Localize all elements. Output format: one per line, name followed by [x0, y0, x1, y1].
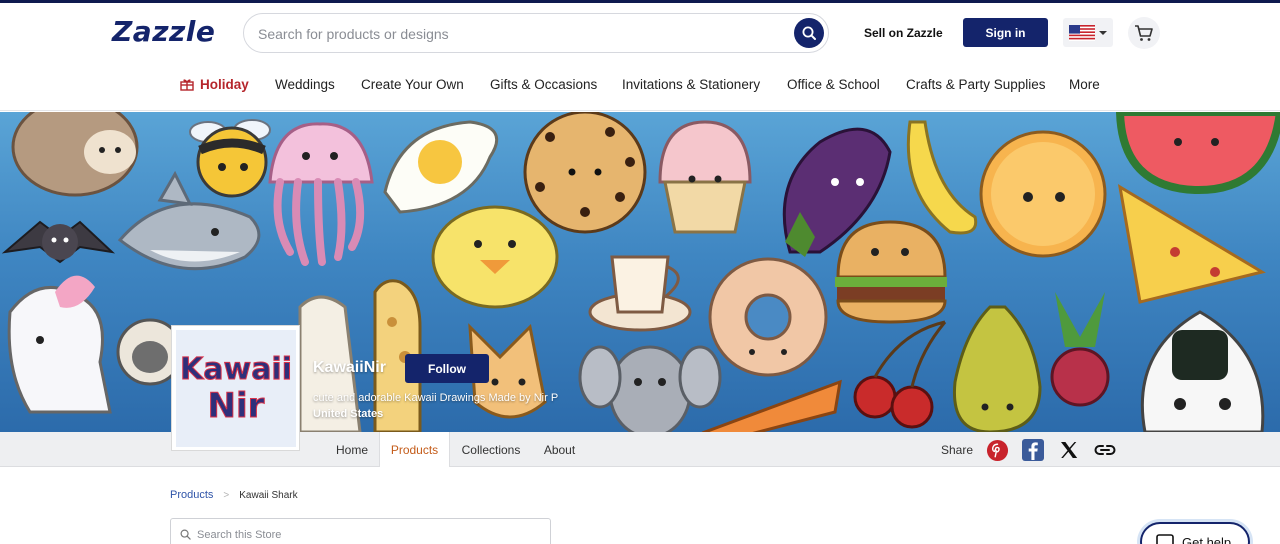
- store-search-input[interactable]: [197, 526, 537, 544]
- follow-button[interactable]: Follow: [405, 354, 489, 383]
- search-button[interactable]: [794, 18, 824, 48]
- nav-item-weddings[interactable]: Weddings: [275, 77, 335, 92]
- nav-item-invitations-stationery[interactable]: Invitations & Stationery: [622, 77, 760, 92]
- chick-illustration: [431, 205, 559, 309]
- store-avatar[interactable]: Kawaii Nir: [171, 325, 300, 451]
- tab-about[interactable]: About: [533, 432, 586, 467]
- us-flag-icon: [1069, 24, 1095, 41]
- chat-icon: [1156, 534, 1174, 544]
- gift-icon: [180, 79, 194, 91]
- nav-item-more[interactable]: More: [1069, 77, 1100, 92]
- store-country: United States: [313, 408, 384, 420]
- pinterest-share-button[interactable]: [985, 438, 1009, 462]
- kawaii-nir-logo: Kawaii Nir: [176, 330, 296, 447]
- search-bar: [243, 13, 829, 53]
- nav-item-office-school[interactable]: Office & School: [787, 77, 880, 92]
- sloth-illustration: [11, 112, 139, 197]
- store-search-box: [170, 518, 551, 544]
- nav-item-gifts-occasions[interactable]: Gifts & Occasions: [490, 77, 597, 92]
- link-icon: [1094, 445, 1116, 455]
- sell-on-zazzle-link[interactable]: Sell on Zazzle: [864, 26, 943, 40]
- chevron-down-icon: [1099, 30, 1107, 35]
- cookie-illustration: [523, 112, 647, 234]
- avatar-logo-line1: Kawaii: [179, 351, 293, 387]
- tab-home[interactable]: Home: [326, 432, 378, 467]
- breadcrumb: Products > Kawaii Shark: [170, 489, 298, 501]
- watermelon-illustration: [1115, 112, 1280, 195]
- search-icon: [180, 529, 191, 540]
- cart-icon: [1135, 25, 1153, 41]
- facebook-icon: [1022, 439, 1044, 461]
- burger-illustration: [835, 220, 947, 324]
- unicorn-illustration: [7, 275, 112, 414]
- bat-illustration: [1, 220, 116, 264]
- get-help-label: Get help: [1182, 534, 1232, 544]
- avatar-logo-line2: Nir: [207, 385, 265, 426]
- pinterest-icon: [986, 439, 1008, 461]
- category-nav: Holiday Weddings Create Your Own Gifts &…: [0, 63, 1280, 111]
- cupcake-illustration: [658, 120, 752, 234]
- radish-illustration: [1050, 292, 1110, 407]
- tab-products[interactable]: Products: [379, 432, 450, 467]
- carrot-illustration: [701, 379, 842, 432]
- site-header: Zazzle Sell on Zazzle Sign in: [0, 3, 1280, 63]
- nav-item-label: Holiday: [200, 77, 249, 92]
- bee-illustration: [189, 119, 271, 198]
- copy-link-button[interactable]: [1093, 438, 1117, 462]
- cherries-illustration: [853, 320, 947, 429]
- breadcrumb-separator: >: [223, 489, 230, 501]
- tab-collections[interactable]: Collections: [452, 432, 530, 467]
- locale-selector[interactable]: [1063, 18, 1113, 47]
- share-label: Share: [941, 443, 974, 457]
- facebook-share-button[interactable]: [1021, 438, 1045, 462]
- store-description: cute and adorable Kawaii Drawings Made b…: [313, 392, 559, 404]
- jellyfish-illustration: [268, 122, 374, 266]
- cart-button[interactable]: [1128, 17, 1160, 49]
- rice-ball-illustration: [1140, 310, 1265, 432]
- search-input[interactable]: [258, 23, 778, 45]
- pear-illustration: [952, 305, 1042, 432]
- sign-in-button[interactable]: Sign in: [963, 18, 1048, 47]
- zazzle-logo[interactable]: Zazzle: [112, 15, 215, 48]
- search-icon: [802, 26, 816, 40]
- x-share-button[interactable]: [1057, 438, 1081, 462]
- donut-illustration: [708, 257, 828, 377]
- pizza-illustration: [1117, 184, 1266, 304]
- breadcrumb-products-link[interactable]: Products: [170, 489, 213, 501]
- fried-egg-illustration: [383, 120, 499, 214]
- banana-illustration: [906, 120, 978, 235]
- get-help-button[interactable]: Get help: [1140, 522, 1250, 544]
- breadcrumb-current: Kawaii Shark: [239, 489, 298, 501]
- store-name: KawaiiNir: [313, 359, 386, 376]
- nav-item-create-your-own[interactable]: Create Your Own: [361, 77, 464, 92]
- coffee-cup-illustration: [588, 255, 692, 332]
- elephant-illustration: [578, 345, 722, 432]
- nav-item-crafts-party-supplies[interactable]: Crafts & Party Supplies: [906, 77, 1046, 92]
- orange-illustration: [979, 130, 1107, 258]
- x-icon: [1061, 442, 1078, 458]
- nav-item-holiday[interactable]: Holiday: [180, 77, 249, 92]
